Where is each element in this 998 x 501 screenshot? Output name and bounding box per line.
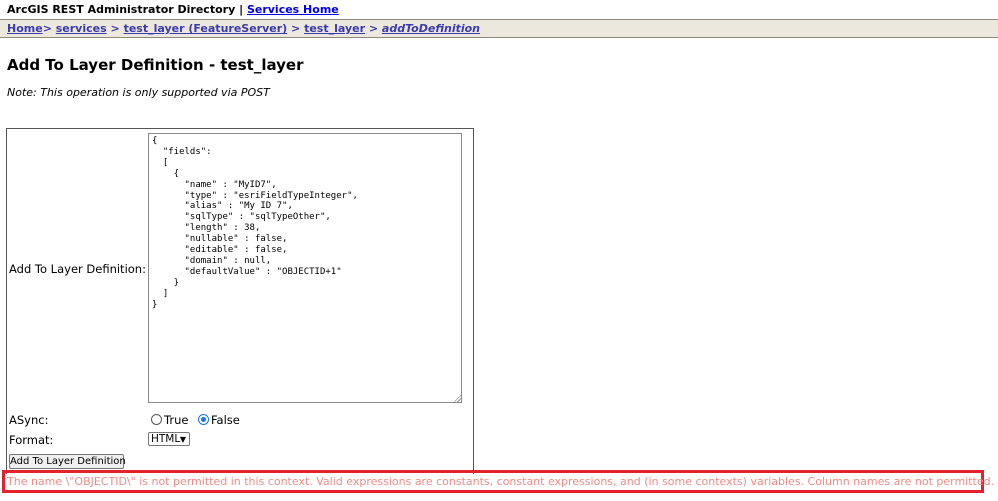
async-false-radio[interactable] xyxy=(198,414,209,425)
async-false-label: False xyxy=(211,413,240,427)
async-label: ASync: xyxy=(9,413,49,427)
async-true-label: True xyxy=(164,413,189,427)
definition-textarea[interactable]: { "fields": [ { "name" : "MyID7", "type"… xyxy=(148,133,462,403)
app-title: ArcGIS REST Administrator Directory xyxy=(7,3,236,16)
breadcrumb-separator: > xyxy=(291,22,301,35)
breadcrumb-separator: > xyxy=(368,22,379,35)
services-home-link[interactable]: Services Home xyxy=(247,3,339,16)
add-to-definition-button[interactable]: Add To Layer Definition xyxy=(9,454,126,469)
chevron-down-icon: ▼ xyxy=(179,435,186,444)
textarea-resize-handle[interactable] xyxy=(453,394,461,402)
definition-label: Add To Layer Definition: xyxy=(9,262,146,276)
breadcrumb-home[interactable]: Home xyxy=(7,22,43,35)
breadcrumb-services[interactable]: services xyxy=(56,22,107,35)
format-select[interactable]: HTML ▼ xyxy=(148,432,190,446)
format-label: Format: xyxy=(9,433,54,447)
post-only-note: Note: This operation is only supported v… xyxy=(7,86,270,99)
breadcrumb-separator: > xyxy=(110,22,120,35)
breadcrumb: Home> services > test_layer (FeatureServ… xyxy=(0,19,998,38)
breadcrumb-layer[interactable]: test_layer xyxy=(304,22,365,35)
title-separator: | xyxy=(239,3,244,16)
async-true-radio[interactable] xyxy=(151,414,162,425)
breadcrumb-feature-server[interactable]: test_layer (FeatureServer) xyxy=(124,22,288,35)
error-message: The name \"OBJECTID\" is not permitted i… xyxy=(7,475,995,488)
page-title: Add To Layer Definition - test_layer xyxy=(7,56,304,74)
top-bar: ArcGIS REST Administrator Directory | Se… xyxy=(0,0,998,19)
breadcrumb-add-to-definition[interactable]: addToDefinition xyxy=(382,22,480,35)
format-selected-value: HTML xyxy=(151,433,181,445)
breadcrumb-separator: > xyxy=(42,22,52,35)
